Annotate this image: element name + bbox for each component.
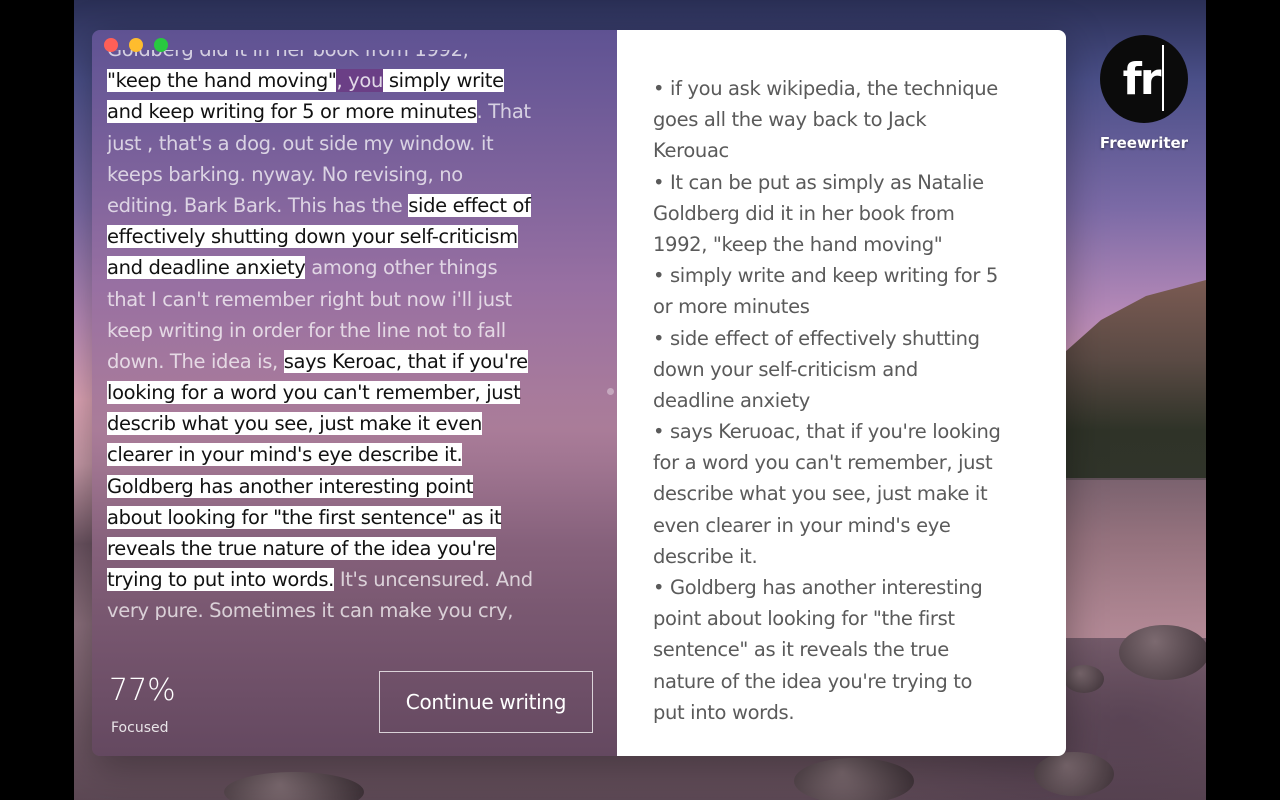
window-controls	[104, 38, 168, 52]
highlighted-text: looking for a word you can't remember, j…	[107, 381, 521, 405]
freewriter-app-icon[interactable]: fr	[1100, 35, 1188, 123]
notes-line: deadline anxiety	[653, 388, 810, 412]
highlighted-text: and deadline anxiety	[107, 256, 306, 280]
wallpaper-rock	[1119, 625, 1206, 680]
editor-line: keep writing in order for the line not t…	[107, 315, 577, 346]
notes-line: nature of the idea you're trying to	[653, 669, 973, 693]
highlighted-text: trying to put into words.	[107, 568, 335, 592]
app-icon-label[interactable]: Freewriter	[1090, 134, 1198, 152]
editor-line: Goldberg has another interesting point	[107, 471, 577, 502]
highlighted-text: side effect of	[408, 193, 531, 217]
editor-line: describ what you see, just make it even	[107, 408, 577, 439]
freewriter-window: Goldberg did it in her book from 1992,"k…	[92, 30, 1066, 756]
wallpaper-rock	[794, 758, 914, 800]
wallpaper-rock	[1034, 752, 1114, 796]
notes-line: or more minutes	[653, 295, 810, 319]
highlighted-text: describ what you see, just make it even	[107, 412, 482, 436]
highlighted-text: simply write	[382, 69, 504, 93]
editor-line: about looking for "the first sentence" a…	[107, 502, 577, 533]
highlighted-text: effectively shutting down your self-crit…	[107, 225, 518, 249]
editor-line: Goldberg did it in her book from 1992,	[107, 50, 577, 65]
editor-line: down. The idea is, says Keroac, that if …	[107, 346, 577, 377]
minimize-button[interactable]	[129, 38, 143, 52]
focus-label: Focused	[111, 720, 169, 736]
notes-line: describe it.	[653, 544, 758, 568]
notes-line: for a word you can't remember, just	[653, 451, 993, 475]
editor-line: that I can't remember right but now i'll…	[107, 284, 577, 315]
notes-line: 1992, "keep the hand moving"	[653, 232, 943, 256]
highlighted-text: clearer in your mind's eye describe it.	[107, 443, 463, 467]
writing-pane: Goldberg did it in her book from 1992,"k…	[92, 30, 617, 756]
notes-pane: • if you ask wikipedia, the technique goe…	[617, 30, 1066, 756]
notes-line: even clearer in your mind's eye	[653, 513, 951, 537]
dimmed-text: keeps barking. nyway. No revising, no	[107, 162, 463, 186]
dimmed-text: very pure. Sometimes it can make you cry…	[107, 599, 514, 620]
notes-line: describe what you see, just make it	[653, 482, 988, 506]
notes-line: point about looking for "the first	[653, 607, 955, 631]
pane-resize-handle[interactable]	[607, 388, 614, 395]
highlighted-text: "keep the hand moving"	[107, 69, 337, 93]
highlighted-text: reveals the true nature of the idea you'…	[107, 537, 496, 560]
editor-line: and keep writing for 5 or more minutes. …	[107, 96, 577, 127]
notes-line: • says Keruoac, that if you're looking	[653, 420, 1001, 444]
notes-line: Goldberg did it in her book from	[653, 201, 955, 225]
editor-line: very pure. Sometimes it can make you cry…	[107, 595, 577, 620]
dimmed-text: that I can't remember right but now i'll…	[107, 287, 512, 311]
highlighted-text: says Keroac, that if you're	[283, 349, 528, 373]
editor-line: clearer in your mind's eye describe it.	[107, 439, 577, 470]
dimmed-text: down. The idea is,	[107, 349, 284, 373]
highlighted-text: about looking for "the first sentence" a…	[107, 505, 502, 529]
dimmed-text: among other things	[305, 256, 498, 280]
wallpaper-lake	[1056, 478, 1206, 638]
notes-line: • simply write and keep writing for 5	[653, 264, 998, 288]
dimmed-text: editing. Bark Bark. This has the	[107, 193, 409, 217]
editor-line: looking for a word you can't remember, j…	[107, 377, 577, 408]
highlighted-text: and keep writing for 5 or more minutes	[107, 100, 477, 124]
notes-line: put into words.	[653, 700, 795, 724]
notes-list[interactable]: • if you ask wikipedia, the technique goe…	[653, 73, 1053, 728]
highlighted-text: Goldberg has another interesting point	[107, 474, 474, 498]
selected-text: , you	[336, 69, 383, 93]
editor-line: editing. Bark Bark. This has the side ef…	[107, 190, 577, 221]
notes-line: • Goldberg has another interesting	[653, 576, 983, 599]
editor-line: keeps barking. nyway. No revising, no	[107, 159, 577, 190]
text-cursor-icon	[1162, 45, 1164, 111]
wallpaper-rock	[224, 772, 364, 800]
notes-line: sentence" as it reveals the true	[653, 638, 949, 662]
editor-line: trying to put into words. It's uncensure…	[107, 564, 577, 595]
editor-line: effectively shutting down your self-crit…	[107, 221, 577, 252]
dimmed-text: It's uncensured. And	[334, 568, 533, 592]
notes-line: • if you ask wikipedia, the technique	[653, 77, 998, 100]
app-icon-glyph: fr	[1122, 53, 1162, 105]
writing-editor[interactable]: Goldberg did it in her book from 1992,"k…	[107, 50, 577, 620]
notes-line: goes all the way back to Jack	[653, 108, 927, 132]
dimmed-text: . That	[476, 100, 532, 124]
dimmed-text: keep writing in order for the line not t…	[107, 318, 506, 342]
close-button[interactable]	[104, 38, 118, 52]
wallpaper-rock	[1064, 665, 1104, 693]
focus-percentage: 77%	[109, 673, 176, 708]
notes-line: Kerouac	[653, 139, 729, 163]
wallpaper-mountain	[1056, 280, 1206, 480]
continue-writing-button[interactable]: Continue writing	[379, 671, 593, 733]
editor-line: reveals the true nature of the idea you'…	[107, 533, 577, 564]
notes-line: • It can be put as simply as Natalie	[653, 170, 984, 194]
editor-line: "keep the hand moving", you simply write	[107, 65, 577, 96]
editor-line: and deadline anxiety among other things	[107, 252, 577, 283]
notes-line: • side effect of effectively shutting	[653, 326, 980, 350]
notes-line: down your self-criticism and	[653, 357, 918, 381]
dimmed-text: just , that's a dog. out side my window.…	[107, 131, 494, 155]
zoom-button[interactable]	[154, 38, 168, 52]
editor-line: just , that's a dog. out side my window.…	[107, 128, 577, 159]
